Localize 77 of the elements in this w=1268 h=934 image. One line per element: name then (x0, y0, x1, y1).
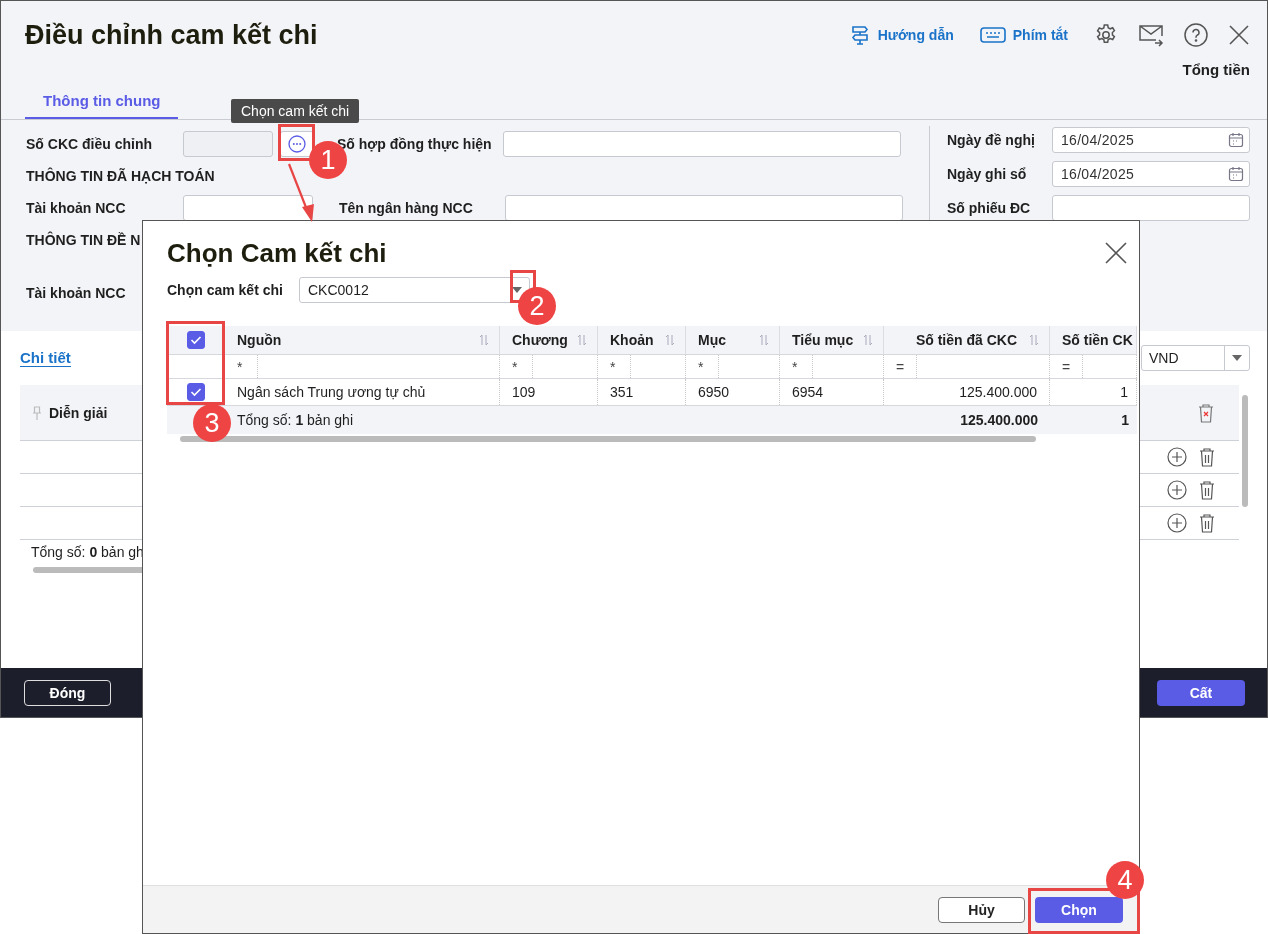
total-label: Tổng tiền (1182, 60, 1250, 78)
column-header[interactable]: Nguồn (237, 332, 282, 348)
table-cell: 1 (1120, 384, 1128, 400)
checkmark-icon (189, 335, 202, 345)
column-header: Diễn giải (49, 404, 108, 421)
field-label: Ngày đề nghị (947, 132, 1036, 148)
delete-all-icon[interactable] (1198, 402, 1214, 423)
date-field[interactable]: 16/04/2025 (1052, 161, 1250, 187)
filter-operator[interactable]: * (792, 355, 813, 378)
date-field[interactable]: 16/04/2025 (1052, 127, 1250, 153)
input-field[interactable] (505, 195, 903, 221)
column-header[interactable]: Mục (698, 332, 726, 348)
caret-icon (512, 287, 522, 293)
tab[interactable]: Thông tin chung (25, 83, 179, 119)
field-label: Chọn cam kết chi (167, 282, 284, 298)
filter-operator[interactable]: = (1062, 355, 1083, 378)
table-cell: 109 (512, 384, 536, 400)
currency-select[interactable]: VND (1141, 345, 1250, 371)
field-label: Số phiếu ĐC (947, 200, 1032, 216)
field-label: Tên ngân hàng NCC (339, 200, 474, 216)
input-field[interactable] (183, 195, 313, 221)
table-cell: 351 (610, 384, 634, 400)
checkbox[interactable] (186, 331, 205, 349)
field-label: Ngày ghi sổ (947, 166, 1028, 182)
column-header[interactable]: Chương (512, 332, 568, 348)
arrow (287, 163, 314, 222)
record-count: Tổng số: 1 bản ghi (237, 412, 353, 428)
table-cell: 6950 (698, 384, 730, 400)
trash-icon[interactable] (1199, 447, 1215, 467)
page-title: Điều chỉnh cam kết chi (25, 19, 318, 51)
detail-tab[interactable]: Chi tiết (20, 349, 71, 367)
checkbox[interactable] (186, 383, 205, 401)
table-cell: Ngân sách Trung ương tự chủ (237, 384, 426, 400)
total-cell: 125.400.000 (960, 412, 1038, 428)
close-icon[interactable] (1105, 242, 1127, 264)
section-heading: THÔNG TIN ĐÃ HẠCH TOÁN (26, 168, 215, 184)
filter-operator[interactable]: * (698, 355, 719, 378)
commitment-select[interactable]: CKC0012 (299, 277, 530, 303)
filter-operator[interactable]: = (896, 355, 917, 378)
calendar-icon[interactable] (1228, 166, 1244, 182)
field-label: Số CKC điều chỉnh (26, 136, 153, 152)
table-cell: 6954 (792, 384, 824, 400)
trash-icon[interactable] (1199, 480, 1215, 500)
column-header[interactable]: Số tiền CK (1062, 332, 1133, 348)
column-header[interactable]: Số tiền đã CKC (915, 332, 1017, 348)
guide-link[interactable]: Hướng dẫn (848, 24, 954, 46)
field-label: Tài khoản NCC (26, 200, 127, 216)
keyboard-icon[interactable] (979, 27, 1006, 43)
close-button[interactable]: Đóng (24, 679, 111, 706)
input-field[interactable] (503, 131, 901, 157)
shortcuts-link[interactable]: Phím tắt (979, 27, 1068, 43)
tooltip: Chọn cam kết chi (231, 99, 360, 123)
filter-operator[interactable]: * (512, 355, 533, 378)
cancel-button[interactable]: Hủy (938, 896, 1025, 923)
section-heading: THÔNG TIN ĐỀ N (26, 232, 141, 248)
add-icon[interactable] (1167, 447, 1187, 467)
dialog-title: Chọn Cam kết chi (167, 237, 387, 269)
column-header[interactable]: Khoản (610, 332, 654, 348)
total-cell: 1 (1121, 412, 1129, 428)
close-icon[interactable] (1228, 24, 1250, 46)
mail-forward-icon[interactable] (1138, 23, 1164, 47)
input-field[interactable] (1052, 195, 1250, 221)
column-header[interactable]: Tiểu mục (792, 332, 854, 348)
filter-operator[interactable]: * (237, 355, 258, 378)
input-field[interactable] (183, 131, 273, 157)
filter-operator[interactable]: * (610, 355, 631, 378)
field-label: Tài khoản NCC (26, 285, 126, 301)
add-icon[interactable] (1167, 480, 1187, 500)
help-icon[interactable] (1184, 23, 1208, 47)
save-button[interactable]: Cất (1157, 679, 1245, 706)
choose-button[interactable]: Chọn (1035, 896, 1123, 923)
checkmark-icon (189, 387, 202, 397)
table-cell: 125.400.000 (959, 384, 1037, 400)
add-icon[interactable] (1167, 513, 1187, 533)
caret-icon (1232, 355, 1242, 361)
trash-icon[interactable] (1199, 513, 1215, 533)
calendar-icon[interactable] (1228, 132, 1244, 148)
